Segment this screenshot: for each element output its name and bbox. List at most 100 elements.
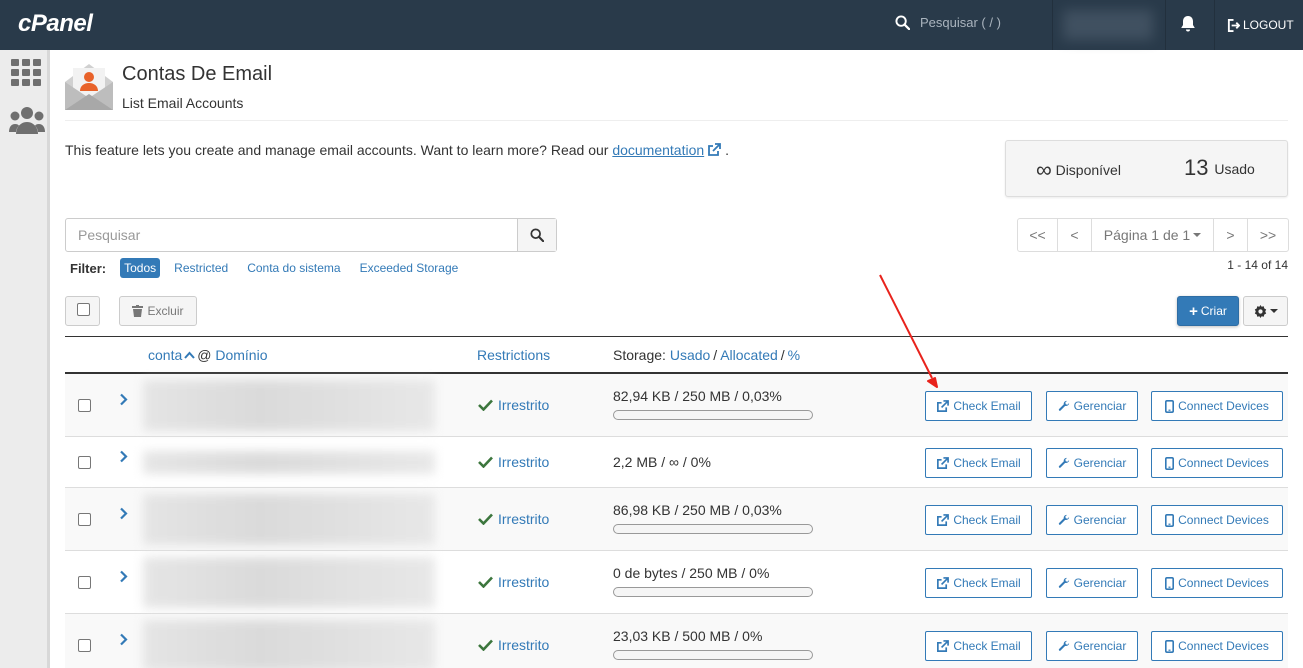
documentation-link[interactable]: documentation [612, 142, 704, 158]
cpanel-logo[interactable]: cPanel [18, 10, 93, 38]
expand-row-chevron-icon[interactable] [119, 570, 128, 588]
next-page-button[interactable]: > [1214, 219, 1248, 251]
check-email-button[interactable]: Check Email [925, 448, 1032, 478]
intro-text: This feature lets you create and manage … [65, 142, 729, 160]
account-name-redacted [143, 557, 435, 608]
restriction-status[interactable]: Irrestrito [478, 637, 549, 653]
connect-devices-label: Connect Devices [1178, 513, 1269, 527]
create-button[interactable]: + Criar [1177, 296, 1239, 326]
sort-account-link[interactable]: conta [148, 347, 182, 363]
bell-icon[interactable] [1180, 15, 1196, 38]
restriction-label: Irrestrito [498, 454, 550, 470]
row-checkbox[interactable] [78, 456, 91, 469]
external-link-icon[interactable] [707, 143, 722, 160]
manage-label: Gerenciar [1073, 456, 1127, 470]
restriction-status[interactable]: Irrestrito [478, 397, 549, 413]
sort-used-link[interactable]: Usado [670, 347, 710, 363]
manage-button[interactable]: Gerenciar [1046, 568, 1138, 598]
delete-button[interactable]: Excluir [119, 296, 197, 326]
expand-row-chevron-icon[interactable] [119, 507, 128, 525]
restriction-status[interactable]: Irrestrito [478, 511, 549, 527]
check-email-button[interactable]: Check Email [925, 391, 1032, 421]
mobile-icon [1165, 399, 1175, 413]
storage-usage: 0 de bytes / 250 MB / 0% [613, 565, 770, 581]
at-sign: @ [197, 347, 212, 363]
chevron-down-icon [1269, 309, 1278, 313]
account-search-input[interactable] [66, 219, 518, 251]
table-row: Irrestrito 23,03 KB / 500 MB / 0% Check Em… [65, 614, 1288, 668]
sort-domain-link[interactable]: Domínio [215, 347, 267, 363]
search-button[interactable] [517, 219, 556, 251]
user-menu[interactable] [1052, 0, 1166, 50]
logout-label: LOGOUT [1243, 18, 1294, 32]
settings-dropdown[interactable] [1243, 296, 1288, 326]
manage-button[interactable]: Gerenciar [1046, 631, 1138, 661]
check-email-button[interactable]: Check Email [925, 568, 1032, 598]
create-label: Criar [1200, 304, 1227, 318]
storage-column-header: Storage: Usado / Allocated /% [613, 347, 801, 363]
table-row: Irrestrito 0 de bytes / 250 MB / 0% Check … [65, 551, 1288, 614]
row-checkbox[interactable] [78, 399, 91, 412]
chevron-up-icon[interactable] [184, 351, 195, 359]
expand-row-chevron-icon[interactable] [119, 633, 128, 651]
used-stat: 13 Usado [1184, 155, 1255, 181]
first-page-button[interactable]: << [1018, 219, 1058, 251]
check-email-button[interactable]: Check Email [925, 505, 1032, 535]
page-title: Contas De Email [122, 63, 273, 85]
connect-devices-button[interactable]: Connect Devices [1151, 631, 1283, 661]
restriction-label: Irrestrito [498, 397, 550, 413]
logout-button[interactable]: LOGOUT [1214, 0, 1294, 50]
storage-usage: 2,2 MB / ∞ / 0% [613, 454, 711, 470]
sidebar [0, 50, 50, 668]
manage-button[interactable]: Gerenciar [1046, 448, 1138, 478]
manage-button[interactable]: Gerenciar [1046, 391, 1138, 421]
page-select[interactable]: Página 1 de 1 [1092, 219, 1214, 251]
check-email-label: Check Email [953, 399, 1021, 413]
manage-button[interactable]: Gerenciar [1046, 505, 1138, 535]
table-header: conta @ Domínio Restrictions Storage: Usa… [65, 336, 1288, 374]
select-all-checkbox[interactable] [65, 296, 100, 326]
wrench-icon [1058, 640, 1069, 651]
filter-restricted[interactable]: Restricted [174, 261, 228, 275]
sort-percent-link[interactable]: % [788, 347, 800, 363]
page-subtitle: List Email Accounts [122, 95, 244, 111]
connect-devices-button[interactable]: Connect Devices [1151, 448, 1283, 478]
expand-row-chevron-icon[interactable] [119, 393, 128, 411]
sort-allocated-link[interactable]: Allocated [720, 347, 778, 363]
row-checkbox[interactable] [78, 513, 91, 526]
restriction-status[interactable]: Irrestrito [478, 454, 549, 470]
available-value: ∞ [1036, 157, 1052, 182]
filter-system-account[interactable]: Conta do sistema [247, 261, 340, 275]
prev-page-button[interactable]: < [1058, 219, 1092, 251]
manage-label: Gerenciar [1073, 513, 1127, 527]
storage-progress-bar [613, 410, 813, 420]
email-accounts-icon [65, 62, 113, 115]
last-page-button[interactable]: >> [1248, 219, 1288, 251]
intro-sentence: This feature lets you create and manage … [65, 142, 613, 158]
sort-restrictions-link[interactable]: Restrictions [477, 347, 550, 363]
delete-label: Excluir [147, 304, 184, 318]
connect-devices-button[interactable]: Connect Devices [1151, 568, 1283, 598]
global-search-placeholder: Pesquisar ( / ) [920, 15, 1001, 30]
connect-devices-label: Connect Devices [1178, 639, 1269, 653]
expand-row-chevron-icon[interactable] [119, 450, 128, 468]
external-link-icon [937, 399, 950, 412]
row-checkbox[interactable] [78, 639, 91, 652]
users-icon[interactable] [9, 106, 45, 141]
filter-todos[interactable]: Todos [120, 258, 161, 278]
connect-devices-button[interactable]: Connect Devices [1151, 505, 1283, 535]
connect-devices-button[interactable]: Connect Devices [1151, 391, 1283, 421]
grid-icon[interactable] [11, 59, 41, 92]
plus-icon: + [1189, 302, 1198, 320]
restriction-status[interactable]: Irrestrito [478, 574, 549, 590]
global-search[interactable]: Pesquisar ( / ) [895, 15, 1001, 30]
check-icon [478, 513, 493, 525]
row-checkbox[interactable] [78, 576, 91, 589]
filter-label: Filter: [70, 260, 107, 276]
mobile-icon [1165, 639, 1175, 653]
check-email-button[interactable]: Check Email [925, 631, 1032, 661]
check-icon [478, 639, 493, 651]
connect-devices-label: Connect Devices [1178, 576, 1269, 590]
filter-exceeded-storage[interactable]: Exceeded Storage [360, 261, 459, 275]
table-row: Irrestrito 2,2 MB / ∞ / 0% Check Email Gere… [65, 437, 1288, 488]
